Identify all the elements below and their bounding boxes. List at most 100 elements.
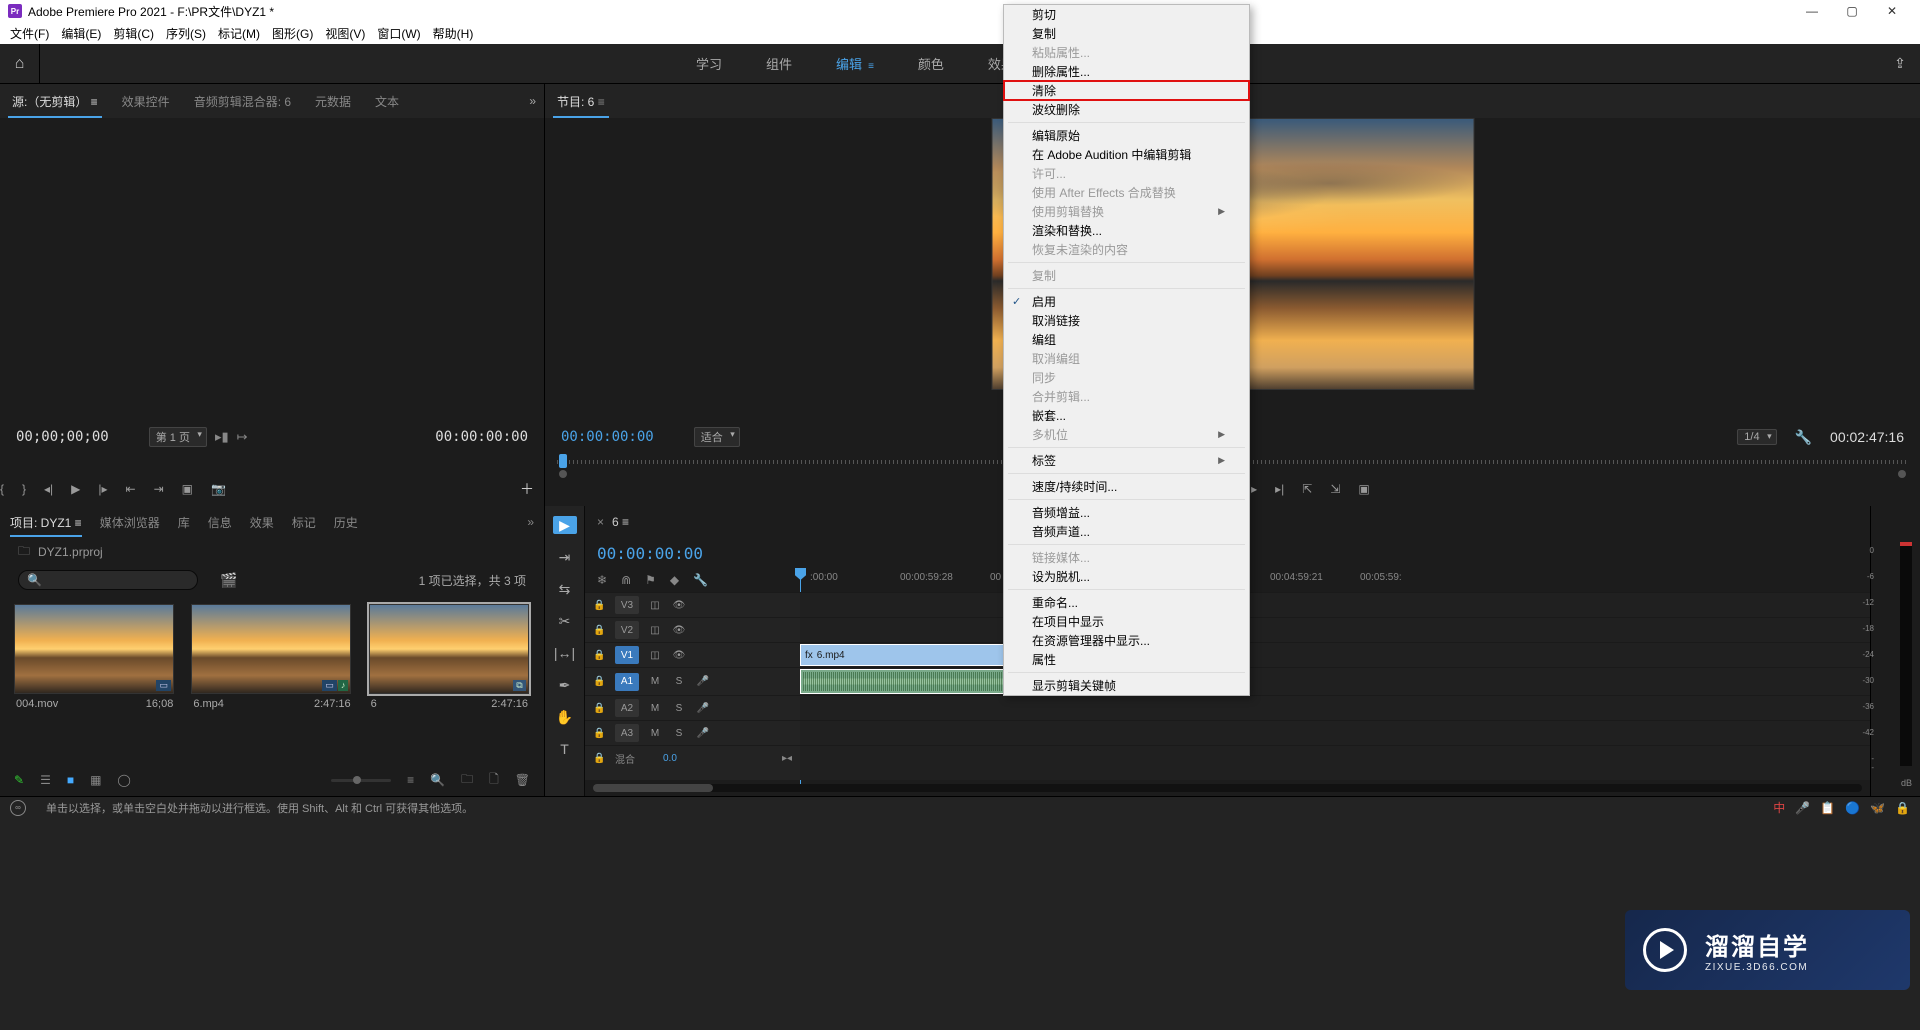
- project-tab-5[interactable]: 标记: [292, 514, 316, 531]
- program-playhead-icon[interactable]: [559, 454, 567, 468]
- context-menu-item[interactable]: 清除: [1004, 81, 1249, 100]
- context-menu-item[interactable]: 波纹删除: [1004, 100, 1249, 119]
- source-tab-1[interactable]: 效果控件: [118, 85, 174, 118]
- context-menu-item[interactable]: 速度/持续时间...: [1004, 477, 1249, 496]
- lock-icon[interactable]: 🔒: [593, 676, 607, 687]
- voice-icon[interactable]: 🎤: [695, 728, 711, 739]
- insert-icon[interactable]: ⇤: [126, 482, 136, 496]
- find-icon[interactable]: 🔍: [430, 773, 445, 787]
- track-visibility-icon[interactable]: 👁: [671, 650, 687, 661]
- source-tab-3[interactable]: 元数据: [311, 85, 355, 118]
- context-menu-item[interactable]: 标签▶: [1004, 451, 1249, 470]
- track-target[interactable]: V2: [615, 621, 639, 639]
- context-menu-item[interactable]: 取消链接: [1004, 311, 1249, 330]
- track-target[interactable]: V3: [615, 596, 639, 614]
- solo-icon[interactable]: S: [671, 676, 687, 687]
- razor-tool-icon[interactable]: ✂: [553, 612, 577, 630]
- track-target[interactable]: A1: [615, 673, 639, 691]
- context-menu-item[interactable]: 音频声道...: [1004, 522, 1249, 541]
- source-page-dropdown[interactable]: 第 1 页: [149, 427, 207, 447]
- step-fwd-icon[interactable]: |▸: [98, 482, 107, 496]
- selection-tool-icon[interactable]: ▶: [553, 516, 577, 534]
- track-target[interactable]: A3: [615, 724, 639, 742]
- settings-wrench-icon[interactable]: 🔧: [1795, 429, 1812, 446]
- list-view-icon[interactable]: ☰: [40, 773, 51, 787]
- marker-icon[interactable]: ◆: [670, 573, 679, 587]
- mark-out-icon[interactable]: }: [22, 482, 26, 496]
- maximize-button[interactable]: ▢: [1832, 4, 1872, 18]
- track-select-tool-icon[interactable]: ⇥: [553, 548, 577, 566]
- workspace-tab-编辑[interactable]: 编辑: [834, 50, 876, 77]
- project-tab-2[interactable]: 库: [178, 514, 190, 531]
- project-tab-6[interactable]: 历史: [334, 514, 358, 531]
- menu-图形(G)[interactable]: 图形(G): [266, 25, 319, 42]
- share-icon[interactable]: ⇪: [1880, 55, 1920, 72]
- timeline-ruler[interactable]: :00:0000:00:59:280000:04:59:2100:05:59:: [800, 568, 1870, 592]
- track-target[interactable]: V1: [615, 646, 639, 664]
- minimize-button[interactable]: —: [1792, 4, 1832, 18]
- menu-剪辑(C)[interactable]: 剪辑(C): [107, 25, 160, 42]
- overwrite-icon[interactable]: ⇥: [154, 482, 164, 496]
- camera-icon[interactable]: 📷: [211, 482, 226, 496]
- slip-tool-icon[interactable]: |↔|: [553, 644, 577, 662]
- mute-icon[interactable]: M: [647, 728, 663, 739]
- ripple-tool-icon[interactable]: ⇆: [553, 580, 577, 598]
- tray-icon-2[interactable]: 📋: [1820, 801, 1835, 815]
- context-menu-item[interactable]: 重命名...: [1004, 593, 1249, 612]
- menu-窗口(W)[interactable]: 窗口(W): [371, 25, 426, 42]
- lock-icon[interactable]: 🔒: [593, 625, 607, 636]
- clip-context-menu[interactable]: 剪切复制粘贴属性...删除属性...清除波纹删除编辑原始在 Adobe Audi…: [1003, 4, 1250, 696]
- mix-arrow-icon[interactable]: ▸◂: [782, 753, 792, 764]
- voice-icon[interactable]: 🎤: [695, 703, 711, 714]
- lock-icon[interactable]: 🔒: [593, 600, 607, 611]
- menu-编辑(E)[interactable]: 编辑(E): [55, 25, 107, 42]
- context-menu-item[interactable]: 显示剪辑关键帧: [1004, 676, 1249, 695]
- workspace-tab-学习[interactable]: 学习: [694, 50, 724, 77]
- linked-sel-icon[interactable]: ⚑: [645, 573, 656, 587]
- tab-program[interactable]: 节目: 6 ≡: [553, 85, 609, 118]
- context-menu-item[interactable]: 复制: [1004, 24, 1249, 43]
- context-menu-item[interactable]: 在 Adobe Audition 中编辑剪辑: [1004, 145, 1249, 164]
- lock-icon[interactable]: 🔒: [593, 650, 607, 661]
- track-visibility-icon[interactable]: 👁: [671, 600, 687, 611]
- lock-icon[interactable]: 🔒: [593, 753, 607, 764]
- project-search-input[interactable]: 🔍: [18, 570, 198, 590]
- source-tab-0[interactable]: 源:（无剪辑） ≡: [8, 85, 102, 118]
- context-menu-item[interactable]: 设为脱机...: [1004, 567, 1249, 586]
- cc-icon[interactable]: ∞: [10, 800, 26, 816]
- tray-icon-5[interactable]: 🔒: [1895, 801, 1910, 815]
- freeform-view-icon[interactable]: ▦: [90, 773, 101, 787]
- mute-icon[interactable]: M: [647, 703, 663, 714]
- timeline-clips-area[interactable]: fx6.mp4: [800, 592, 1870, 780]
- context-menu-item[interactable]: 在资源管理器中显示...: [1004, 631, 1249, 650]
- sequence-tab[interactable]: 6 ≡: [612, 515, 629, 529]
- context-menu-item[interactable]: 属性: [1004, 650, 1249, 669]
- context-menu-item[interactable]: 渲染和替换...: [1004, 221, 1249, 240]
- source-icon-b[interactable]: ↦: [237, 429, 248, 445]
- context-menu-item[interactable]: 嵌套...: [1004, 406, 1249, 425]
- context-menu-item[interactable]: 删除属性...: [1004, 62, 1249, 81]
- project-tab-3[interactable]: 信息: [208, 514, 232, 531]
- solo-icon[interactable]: S: [671, 703, 687, 714]
- step-back-icon[interactable]: ◂|: [44, 482, 53, 496]
- snap-icon[interactable]: ❄: [597, 573, 607, 587]
- project-tab-1[interactable]: 媒体浏览器: [100, 514, 160, 531]
- trash-icon[interactable]: 🗑: [515, 773, 530, 787]
- project-item[interactable]: ▭♪6.mp42:47:16: [191, 604, 352, 710]
- menu-帮助(H)[interactable]: 帮助(H): [427, 25, 480, 42]
- context-menu-item[interactable]: 剪切: [1004, 5, 1249, 24]
- new-bin-icon[interactable]: 🎬: [220, 572, 237, 589]
- tray-icon-1[interactable]: 🎤: [1795, 801, 1810, 815]
- track-output-icon[interactable]: ◫: [647, 625, 663, 636]
- workspace-tab-组件[interactable]: 组件: [764, 50, 794, 77]
- auto-seq-icon[interactable]: ≡: [407, 773, 414, 787]
- source-icon-a[interactable]: ▸▮: [215, 429, 229, 445]
- track-target[interactable]: A2: [615, 699, 639, 717]
- source-tab-4[interactable]: 文本: [371, 85, 403, 118]
- add-button-icon[interactable]: ＋: [520, 479, 534, 499]
- magnet-icon[interactable]: ⋒: [621, 573, 631, 587]
- context-menu-item[interactable]: 编组: [1004, 330, 1249, 349]
- timeline-h-scroll[interactable]: [585, 780, 1870, 796]
- tray-icon-0[interactable]: 中: [1773, 799, 1785, 816]
- project-tabs-overflow-icon[interactable]: »: [527, 515, 534, 529]
